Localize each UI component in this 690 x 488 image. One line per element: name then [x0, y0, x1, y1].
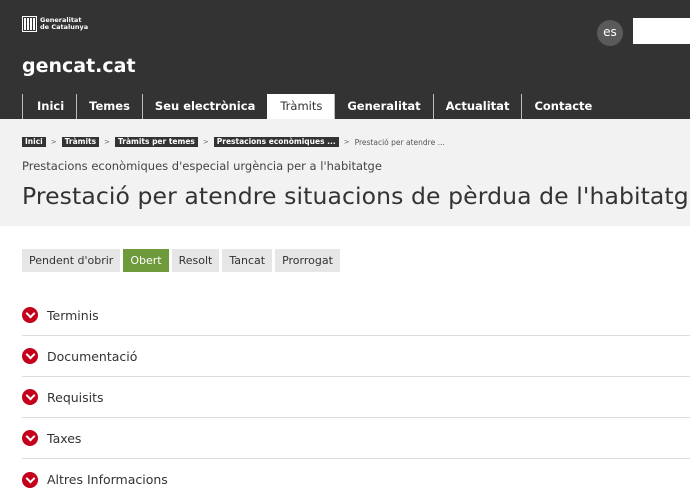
breadcrumb-prestacions-economiques[interactable]: Prestacions econòmiques ... — [213, 137, 339, 147]
breadcrumb-separator: > — [50, 138, 57, 146]
breadcrumb-separator: > — [104, 138, 110, 146]
chevron-down-icon — [22, 430, 38, 446]
nav-item-seu-electronica[interactable]: Seu electrònica — [141, 94, 267, 119]
page-subtitle: Prestacions econòmiques d'especial urgèn… — [22, 159, 382, 173]
nav-item-tramits[interactable]: Tràmits — [267, 94, 335, 119]
accordion-label: Documentació — [47, 348, 138, 364]
status-tab-resolt[interactable]: Resolt — [171, 249, 220, 272]
generalitat-emblem-icon — [22, 16, 37, 32]
language-switch-button[interactable]: es — [597, 20, 623, 46]
accordion-item-documentacio[interactable]: Documentació — [22, 336, 690, 377]
main-nav: Inici Temes Seu electrònica Tràmits Gene… — [22, 94, 604, 119]
search-input[interactable] — [633, 18, 690, 44]
accordion-label: Requisits — [47, 389, 104, 405]
status-tabs: Pendent d'obrir Obert Resolt Tancat Pror… — [22, 249, 340, 272]
chevron-down-icon — [22, 348, 38, 364]
generalitat-logo[interactable]: Generalitat de Catalunya — [22, 16, 88, 32]
accordion-item-taxes[interactable]: Taxes — [22, 418, 690, 459]
page-title: Prestació per atendre situacions de pèrd… — [22, 182, 690, 210]
accordion-item-terminis[interactable]: Terminis — [22, 295, 690, 336]
breadcrumb-tramits-per-temes[interactable]: Tràmits per temes — [114, 137, 198, 147]
accordion-item-requisits[interactable]: Requisits — [22, 377, 690, 418]
breadcrumb-current: Prestació per atendre ... — [354, 137, 445, 147]
accordion-item-altres-informacions[interactable]: Altres Informacions — [22, 459, 690, 488]
breadcrumb-tramits[interactable]: Tràmits — [61, 137, 100, 147]
breadcrumb-separator: > — [202, 138, 209, 146]
breadcrumb: Inici > Tràmits > Tràmits per temes > Pr… — [22, 137, 445, 147]
site-header: Generalitat de Catalunya gencat.cat es I… — [0, 0, 690, 119]
site-name-link[interactable]: gencat.cat — [22, 55, 136, 77]
status-tab-prorrogat[interactable]: Prorrogat — [275, 249, 340, 272]
breadcrumb-separator: > — [343, 138, 350, 146]
nav-item-actualitat[interactable]: Actualitat — [432, 94, 522, 119]
chevron-down-icon — [22, 471, 38, 488]
accordion-label: Altres Informacions — [47, 472, 168, 487]
nav-item-inici[interactable]: Inici — [22, 94, 76, 119]
status-tab-tancat[interactable]: Tancat — [222, 249, 273, 272]
brand-text: Generalitat de Catalunya — [40, 17, 88, 31]
accordion-label: Terminis — [47, 307, 99, 323]
nav-item-contacte[interactable]: Contacte — [521, 94, 604, 119]
breadcrumb-inici[interactable]: Inici — [22, 137, 46, 147]
accordion-label: Taxes — [47, 430, 82, 446]
status-tab-obert[interactable]: Obert — [123, 249, 169, 272]
nav-item-temes[interactable]: Temes — [76, 94, 142, 119]
chevron-down-icon — [22, 307, 38, 323]
chevron-down-icon — [22, 389, 38, 405]
info-accordion: Terminis Documentació Requisits Taxes Al… — [22, 295, 690, 488]
nav-item-generalitat[interactable]: Generalitat — [334, 94, 432, 119]
brand-line-2: de Catalunya — [40, 23, 89, 31]
status-tab-pendent-obrir[interactable]: Pendent d'obrir — [22, 249, 121, 272]
